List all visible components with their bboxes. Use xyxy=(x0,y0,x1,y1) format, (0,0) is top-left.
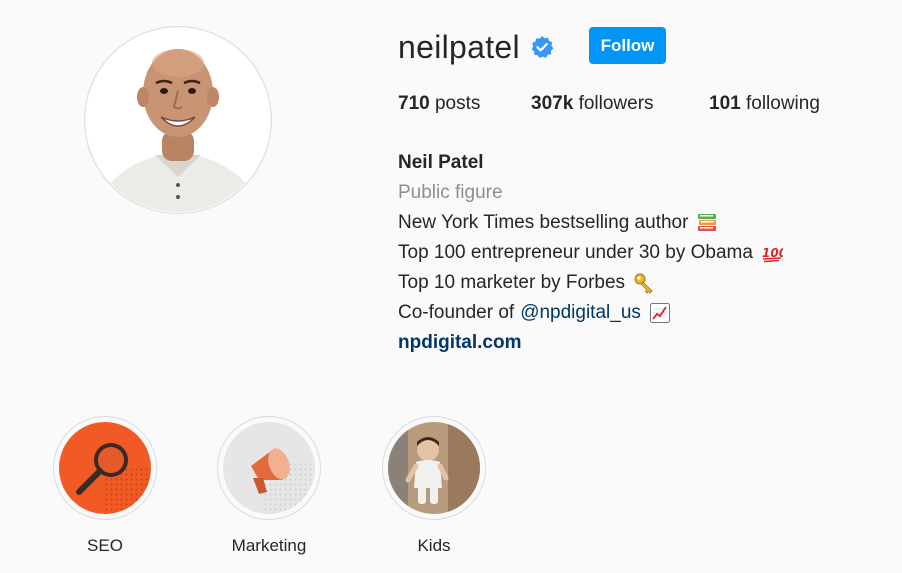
highlight-marketing-label: Marketing xyxy=(231,536,307,555)
profile-photo xyxy=(86,28,270,212)
bio-line-1: New York Times bestselling author xyxy=(398,208,783,238)
key-emoji-icon xyxy=(633,272,655,294)
bio-name: Neil Patel xyxy=(398,152,484,173)
highlight-kids-label: Kids xyxy=(417,536,451,555)
chart-increasing-emoji-icon xyxy=(649,302,671,324)
highlight-seo[interactable]: SEO xyxy=(52,416,158,556)
bio-line-1-text: New York Times bestselling author xyxy=(398,212,689,233)
megaphone-icon xyxy=(223,422,315,514)
profile-bio: Neil Patel Public figure New York Times … xyxy=(398,148,787,358)
hundred-points-emoji-icon: 100 xyxy=(761,242,787,264)
posts-count: 710 xyxy=(398,93,430,114)
following-label: following xyxy=(745,93,820,114)
bio-line-4: Co-founder of @npdigital_us xyxy=(398,298,783,328)
bio-line-2-text: Top 100 entrepreneur under 30 by Obama xyxy=(398,242,753,263)
mention-link[interactable]: @npdigital_us xyxy=(520,298,641,328)
username: neilpatel xyxy=(398,28,520,65)
bio-line-2: Top 100 entrepreneur under 30 by Obama 1… xyxy=(398,238,787,268)
followers-label: followers xyxy=(578,93,654,114)
highlight-marketing[interactable]: Marketing xyxy=(216,416,322,556)
posts-label: posts xyxy=(434,93,481,114)
following-count: 101 xyxy=(709,93,741,114)
highlight-seo-ring xyxy=(53,416,157,520)
highlight-kids[interactable]: Kids xyxy=(381,416,487,556)
bio-category: Public figure xyxy=(398,182,503,203)
highlight-kids-ring xyxy=(382,416,486,520)
username-row: neilpatel xyxy=(398,26,554,68)
bio-line-3-text: Top 10 marketer by Forbes xyxy=(398,272,626,293)
following-stat[interactable]: 101 following xyxy=(709,93,820,115)
bio-line-4-prefix: Co-founder of xyxy=(398,302,515,323)
bio-line-3: Top 10 marketer by Forbes xyxy=(398,268,783,298)
follow-button[interactable]: Follow xyxy=(589,27,666,64)
profile-avatar[interactable] xyxy=(84,26,272,214)
followers-count: 307k xyxy=(531,93,574,114)
books-emoji-icon xyxy=(696,212,718,234)
highlight-marketing-ring xyxy=(217,416,321,520)
profile-stats: 710 posts 307k followers 101 following xyxy=(0,93,902,119)
posts-stat[interactable]: 710 posts xyxy=(398,93,480,115)
highlight-seo-label: SEO xyxy=(87,536,123,555)
magnifying-glass-icon xyxy=(59,422,151,514)
verified-badge-icon xyxy=(530,35,554,59)
child-photo xyxy=(388,422,480,514)
followers-stat[interactable]: 307k followers xyxy=(531,93,654,115)
website-link[interactable]: npdigital.com xyxy=(398,328,783,358)
